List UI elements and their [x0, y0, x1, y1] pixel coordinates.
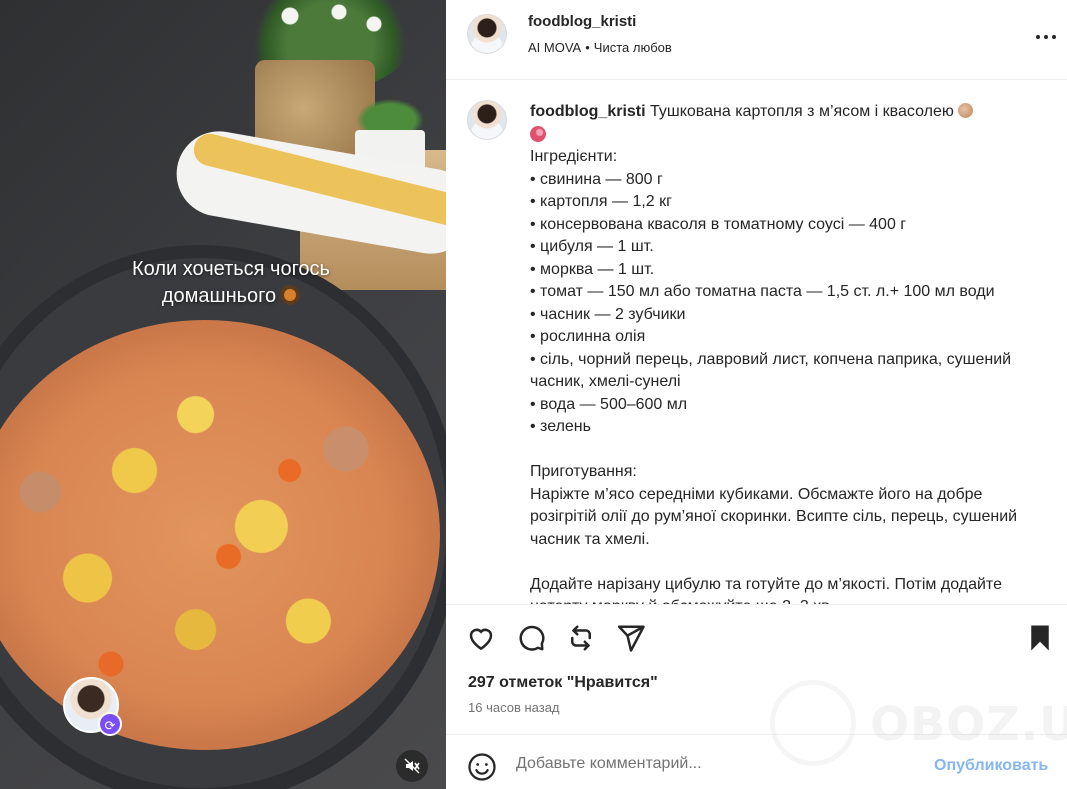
- ingredient-item: • часник — 2 зубчики: [530, 305, 686, 323]
- caption-scroll-area[interactable]: foodblog_kristi Тушкована картопля з м’я…: [446, 81, 1067, 604]
- caption-gap: [530, 551, 1040, 574]
- media-overlay-text: Коли хочеться чогось домашнього: [0, 256, 446, 310]
- repost-icon[interactable]: [566, 623, 596, 653]
- caption-avatar[interactable]: [467, 100, 507, 140]
- like-icon[interactable]: [466, 623, 496, 653]
- step-text: Додайте нарізану цибулю та готуйте до м’…: [530, 575, 1002, 605]
- step-text: Наріжте м’ясо середніми кубиками. Обсмаж…: [530, 485, 1018, 548]
- caption-gap: [530, 439, 1040, 462]
- caption-username[interactable]: foodblog_kristi: [530, 103, 646, 120]
- post-actions-bar: [446, 604, 1067, 662]
- audio-separator: •: [585, 40, 590, 55]
- ingredient-item: • вода — 500–600 мл: [530, 395, 688, 413]
- ingredient-item: • сіль, чорний перець, лавровий лист, ко…: [530, 350, 1012, 391]
- watermark: OBOZ.UA: [870, 697, 1067, 751]
- audio-artist[interactable]: AI MOVA: [528, 40, 581, 55]
- post-timestamp[interactable]: 16 часов назад: [468, 700, 560, 715]
- photo-flowers: [262, 0, 402, 40]
- author-avatar[interactable]: [467, 14, 507, 54]
- post-header: foodblog_kristi AI MOVA • Чиста любов: [446, 0, 1067, 80]
- mute-icon: [404, 758, 420, 774]
- likes-count[interactable]: 297 отметок "Нравится": [468, 674, 658, 692]
- more-icon: [1036, 35, 1040, 39]
- comment-input[interactable]: [516, 749, 916, 779]
- audio-info: AI MOVA • Чиста любов: [528, 40, 672, 55]
- overlay-line-2-text: домашнього: [161, 285, 277, 307]
- stew-emoji-icon: [280, 285, 301, 305]
- caption-title: Тушкована картопля з м’ясом і квасолею: [650, 103, 954, 120]
- ingredient-item: • свинина — 800 г: [530, 170, 663, 188]
- ingredient-item: • морква — 1 шт.: [530, 260, 655, 278]
- post-media[interactable]: Коли хочеться чогось домашнього ⟳: [0, 0, 446, 789]
- author-username[interactable]: foodblog_kristi: [528, 13, 636, 30]
- comment-icon[interactable]: [516, 623, 546, 653]
- ingredient-item: • рослинна олія: [530, 328, 646, 345]
- more-options-button[interactable]: [1034, 26, 1058, 50]
- overlay-line-2: домашнього: [0, 283, 446, 310]
- ingredient-item: • цибуля — 1 шт.: [530, 238, 654, 255]
- audio-title[interactable]: Чиста любов: [594, 40, 672, 55]
- emoji-icon[interactable]: [467, 752, 497, 782]
- more-icon: [1052, 35, 1056, 39]
- potato-emoji-icon: [957, 103, 973, 118]
- publish-comment-button[interactable]: Опубликовать: [934, 757, 1048, 775]
- ingredient-item: • картопля — 1,2 кг: [530, 193, 672, 210]
- ingredients-header: Інгредієнти:: [530, 148, 618, 165]
- save-icon[interactable]: [1025, 623, 1055, 653]
- ingredient-item: • томат — 150 мл або томатна паста — 1,5…: [530, 283, 995, 300]
- overlay-line-1: Коли хочеться чогось: [132, 258, 330, 280]
- repost-badge-icon: ⟳: [98, 712, 122, 736]
- ingredient-item: • консервована квасоля в томатному соусі…: [530, 215, 907, 233]
- post-caption: foodblog_kristi Тушкована картопля з м’я…: [530, 101, 1040, 604]
- meat-emoji-icon: [530, 125, 546, 142]
- post-side-panel: foodblog_kristi AI MOVA • Чиста любов food…: [446, 0, 1067, 789]
- steps-header: Приготування:: [530, 463, 637, 480]
- ingredient-item: • зелень: [530, 418, 591, 435]
- share-icon[interactable]: [616, 623, 646, 653]
- more-icon: [1044, 35, 1048, 39]
- watermark-logo-icon: [770, 680, 856, 766]
- mute-button[interactable]: [396, 750, 428, 782]
